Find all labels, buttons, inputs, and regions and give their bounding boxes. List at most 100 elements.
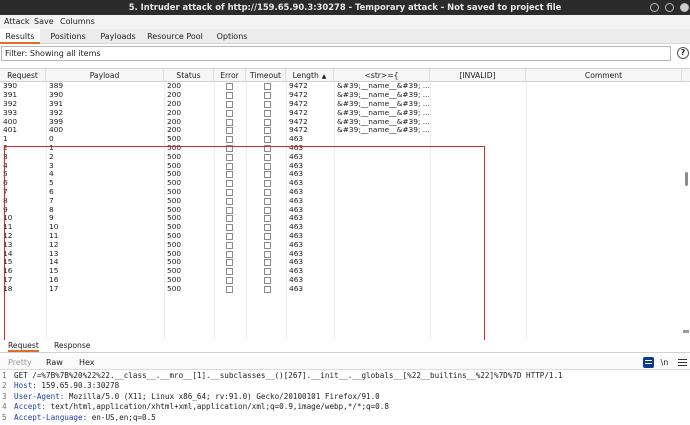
table-row[interactable]: 9 8 500 463 bbox=[0, 206, 690, 215]
tab-options[interactable]: Options bbox=[210, 29, 254, 44]
table-row[interactable]: 13 12 500 463 bbox=[0, 241, 690, 250]
menu-icon[interactable] bbox=[677, 357, 688, 368]
cell-length: 9472 bbox=[289, 117, 308, 126]
message-tabs: Request Response bbox=[0, 340, 690, 353]
timeout-checkbox bbox=[264, 180, 271, 188]
cell-request: 6 bbox=[3, 179, 8, 188]
help-icon[interactable]: ? bbox=[677, 47, 689, 59]
table-row[interactable]: 2 1 500 463 bbox=[0, 144, 690, 153]
column-header-str[interactable]: <str>={ bbox=[334, 69, 430, 82]
cell-payload: 390 bbox=[49, 91, 64, 100]
cell-payload: 10 bbox=[49, 223, 59, 232]
table-row[interactable]: 17 16 500 463 bbox=[0, 276, 690, 285]
tab-response[interactable]: Response bbox=[54, 340, 90, 352]
table-row[interactable]: 400 399 200 9472 &#39;__name__&#39; ... bbox=[0, 118, 690, 127]
cell-status: 500 bbox=[167, 161, 182, 170]
tab-request[interactable]: Request bbox=[8, 340, 39, 352]
error-checkbox bbox=[226, 144, 233, 152]
table-row[interactable]: 390 389 200 9472 &#39;__name__&#39; ... bbox=[0, 82, 690, 91]
table-row[interactable]: 393 392 200 9472 &#39;__name__&#39; ... bbox=[0, 109, 690, 118]
error-checkbox bbox=[226, 285, 233, 293]
cell-length: 463 bbox=[289, 196, 304, 205]
cell-request: 16 bbox=[3, 267, 13, 276]
cell-request: 393 bbox=[3, 108, 18, 117]
tab-positions[interactable]: Positions bbox=[44, 29, 92, 44]
pane-divider-handle[interactable] bbox=[683, 330, 689, 333]
table-scrollbar[interactable] bbox=[685, 172, 688, 186]
error-checkbox bbox=[226, 197, 233, 205]
menu-save[interactable]: Save bbox=[34, 15, 54, 29]
table-row[interactable]: 10 9 500 463 bbox=[0, 214, 690, 223]
table-row[interactable]: 12 11 500 463 bbox=[0, 232, 690, 241]
cell-str-match: &#39;__name__&#39; ... bbox=[337, 91, 430, 100]
table-row[interactable]: 6 5 500 463 bbox=[0, 179, 690, 188]
cell-payload: 5 bbox=[49, 179, 54, 188]
cell-payload: 0 bbox=[49, 135, 54, 144]
close-icon[interactable] bbox=[680, 3, 689, 12]
cell-length: 463 bbox=[289, 240, 304, 249]
column-header-request[interactable]: Request bbox=[0, 69, 46, 82]
table-row[interactable]: 8 7 500 463 bbox=[0, 197, 690, 206]
document-icon[interactable] bbox=[643, 357, 654, 368]
column-header-comment[interactable]: Comment bbox=[526, 69, 682, 82]
table-row[interactable]: 18 17 500 463 bbox=[0, 285, 690, 294]
error-checkbox bbox=[226, 136, 233, 144]
cell-status: 200 bbox=[167, 117, 182, 126]
newline-toggle-icon[interactable]: \n bbox=[659, 357, 670, 368]
cell-request: 11 bbox=[3, 223, 13, 232]
cell-length: 463 bbox=[289, 179, 304, 188]
error-checkbox bbox=[226, 127, 233, 135]
sort-up-icon: ▲ bbox=[321, 73, 327, 80]
column-header-status[interactable]: Status bbox=[164, 69, 214, 82]
tab-resource-pool[interactable]: Resource Pool bbox=[145, 29, 205, 44]
cell-length: 463 bbox=[289, 170, 304, 179]
cell-payload: 8 bbox=[49, 205, 54, 214]
results-filter[interactable]: Filter: Showing all items bbox=[1, 46, 671, 61]
table-row[interactable]: 392 391 200 9472 &#39;__name__&#39; ... bbox=[0, 100, 690, 109]
column-header-length[interactable]: Length ▲ bbox=[286, 69, 334, 82]
table-row[interactable]: 5 4 500 463 bbox=[0, 170, 690, 179]
table-row[interactable]: 1 0 500 463 bbox=[0, 135, 690, 144]
header-value: text/html,application/xhtml+xml,applicat… bbox=[46, 402, 389, 412]
menu-attack[interactable]: Attack bbox=[4, 15, 30, 29]
cell-payload: 13 bbox=[49, 249, 59, 258]
tab-pretty[interactable]: Pretty bbox=[8, 355, 32, 370]
cell-status: 500 bbox=[167, 214, 182, 223]
request-editor[interactable]: 1 GET /=%7B%7B%20%22%22.__class__.__mro_… bbox=[0, 371, 690, 425]
tab-payloads[interactable]: Payloads bbox=[96, 29, 140, 44]
minimize-icon[interactable] bbox=[650, 3, 659, 12]
table-row[interactable]: 401 400 200 9472 &#39;__name__&#39; ... bbox=[0, 126, 690, 135]
error-checkbox bbox=[226, 162, 233, 170]
menu-columns[interactable]: Columns bbox=[60, 15, 95, 29]
timeout-checkbox bbox=[264, 144, 271, 152]
table-row[interactable]: 3 2 500 463 bbox=[0, 153, 690, 162]
column-header-error[interactable]: Error bbox=[214, 69, 246, 82]
cell-str-match: &#39;__name__&#39; ... bbox=[337, 99, 430, 108]
table-row[interactable]: 11 10 500 463 bbox=[0, 223, 690, 232]
cell-length: 463 bbox=[289, 161, 304, 170]
table-row[interactable]: 16 15 500 463 bbox=[0, 267, 690, 276]
tab-hex[interactable]: Hex bbox=[79, 355, 95, 370]
table-row[interactable]: 391 390 200 9472 &#39;__name__&#39; ... bbox=[0, 91, 690, 100]
timeout-checkbox bbox=[264, 118, 271, 126]
table-row[interactable]: 15 14 500 463 bbox=[0, 258, 690, 267]
column-header-timeout[interactable]: Timeout bbox=[246, 69, 286, 82]
table-row[interactable]: 4 3 500 463 bbox=[0, 162, 690, 171]
column-header-invalid[interactable]: [INVALID] bbox=[430, 69, 526, 82]
cell-payload: 12 bbox=[49, 240, 59, 249]
tab-results[interactable]: Results bbox=[0, 29, 40, 44]
cell-request: 18 bbox=[3, 284, 13, 293]
table-row[interactable]: 7 6 500 463 bbox=[0, 188, 690, 197]
timeout-checkbox bbox=[264, 276, 271, 284]
editor-tabs: Pretty Raw Hex \n bbox=[0, 355, 690, 370]
column-header-payload[interactable]: Payload bbox=[46, 69, 164, 82]
line-number: 2 bbox=[2, 381, 7, 391]
cell-payload: 11 bbox=[49, 231, 59, 240]
tab-raw[interactable]: Raw bbox=[46, 355, 63, 370]
cell-payload: 2 bbox=[49, 152, 54, 161]
cell-str-match: &#39;__name__&#39; ... bbox=[337, 126, 430, 135]
cell-status: 200 bbox=[167, 99, 182, 108]
cell-status: 200 bbox=[167, 126, 182, 135]
table-row[interactable]: 14 13 500 463 bbox=[0, 250, 690, 259]
maximize-icon[interactable] bbox=[665, 3, 674, 12]
